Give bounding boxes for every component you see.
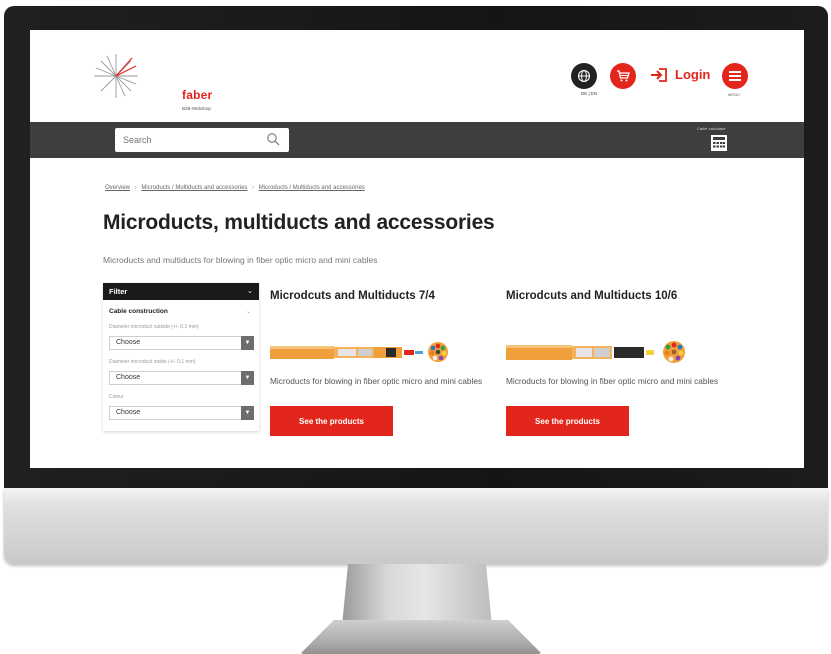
cart-icon <box>617 70 630 82</box>
language-switch[interactable]: DE | EN <box>581 91 597 96</box>
colour-select[interactable]: Choose ▼ <box>109 406 254 420</box>
chevron-down-icon[interactable]: ⌄ <box>246 308 251 315</box>
hamburger-icon <box>729 71 741 81</box>
product-title[interactable]: Microdcuts and Multiducts 10/6 <box>506 290 677 302</box>
menu-label: MENU <box>728 92 740 97</box>
product-title[interactable]: Microdcuts and Multiducts 7/4 <box>270 290 435 302</box>
select-value: Choose <box>116 409 141 416</box>
diameter-outside-select[interactable]: Choose ▼ <box>109 336 254 350</box>
filter-title: Filter <box>109 287 128 296</box>
monitor-chin-highlight <box>4 488 828 504</box>
breadcrumb-item[interactable]: Microducts / Multiducts and accessories <box>259 185 365 191</box>
see-products-button[interactable]: See the products <box>506 406 629 436</box>
cart-button[interactable] <box>610 63 636 89</box>
filter-label: Colour <box>109 394 124 400</box>
filter-label: Diameter microduct inside (+/- 0,1 mm) <box>109 359 196 365</box>
select-value: Choose <box>116 374 141 381</box>
breadcrumb-item[interactable]: Overview <box>105 185 130 191</box>
cable-calculator-label: Cable calculator <box>697 126 726 131</box>
filter-panel: Filter ⌄ Cable construction ⌄ Diameter m… <box>103 283 259 431</box>
breadcrumb-separator: › <box>252 185 255 191</box>
monitor-stand-neck <box>342 564 492 626</box>
chevron-down-icon[interactable]: ▼ <box>241 371 254 385</box>
breadcrumb-item[interactable]: Microducts / Multiducts and accessories <box>141 185 247 191</box>
filter-header[interactable]: Filter ⌄ <box>103 283 259 300</box>
search-box[interactable] <box>115 128 289 152</box>
login-link[interactable]: Login <box>675 67 710 82</box>
monitor-stand-base <box>300 620 542 654</box>
login-icon[interactable] <box>650 68 668 82</box>
see-products-button[interactable]: See the products <box>270 406 393 436</box>
microduct-cable-image <box>506 341 685 363</box>
diameter-inside-select[interactable]: Choose ▼ <box>109 371 254 385</box>
filter-group-title[interactable]: Cable construction <box>109 308 168 315</box>
calculator-icon[interactable] <box>710 134 728 152</box>
page-title: Microducts, multiducts and accessories <box>103 211 495 234</box>
brand-subtitle: B2B-Webshop <box>182 106 211 111</box>
chevron-down-icon[interactable]: ▼ <box>241 336 254 350</box>
chevron-down-icon: ⌄ <box>247 288 253 295</box>
site-header: faber B2B-Webshop DE | EN Login MENU <box>30 30 804 122</box>
product-description: Microducts for blowing in fiber optic mi… <box>506 376 719 386</box>
product-description: Microducts for blowing in fiber optic mi… <box>270 376 483 386</box>
select-value: Choose <box>116 339 141 346</box>
filter-label: Diameter microduct outside (+/- 0,1 mm) <box>109 324 199 330</box>
menu-button[interactable] <box>722 63 748 89</box>
microduct-cable-image <box>270 342 448 362</box>
search-icon[interactable] <box>266 132 280 146</box>
page-subtitle: Microducts and multiducts for blowing in… <box>103 255 378 265</box>
breadcrumb: Overview › Microducts / Multiducts and a… <box>105 185 365 191</box>
breadcrumb-separator: › <box>134 185 137 191</box>
language-globe-button[interactable] <box>571 63 597 89</box>
brand-name: faber <box>182 88 213 102</box>
screen: faber B2B-Webshop DE | EN Login MENU Sea… <box>30 30 804 468</box>
chevron-down-icon[interactable]: ▼ <box>241 406 254 420</box>
search-input[interactable] <box>123 128 263 152</box>
globe-icon <box>577 69 591 83</box>
